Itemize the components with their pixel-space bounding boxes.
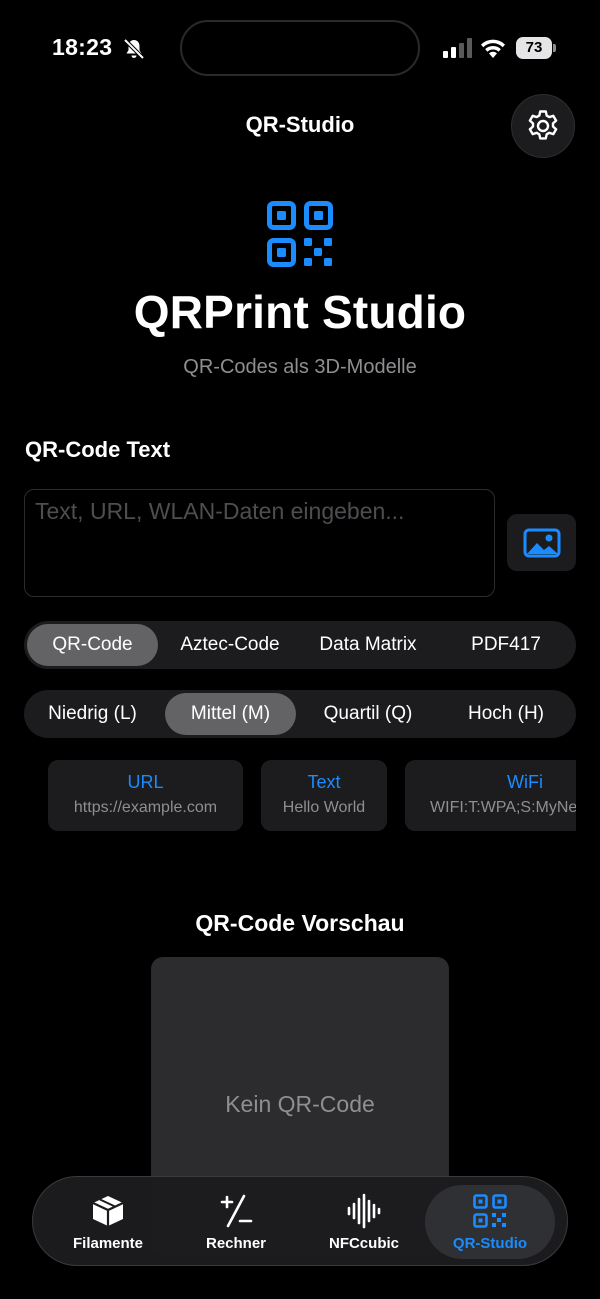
battery-level: 73 [516, 37, 552, 59]
template-title: URL [127, 772, 164, 792]
template-card-wifi[interactable]: WiFi WIFI:T:WPA;S:MyNetwork; [405, 760, 576, 831]
plus-minus-icon [220, 1194, 253, 1228]
segment-qr-code[interactable]: QR-Code [27, 624, 158, 666]
tab-bar: Filamente Rechner NFCcubic QR-Studio [32, 1176, 568, 1266]
cellular-signal-icon [443, 38, 472, 58]
qr-text-input[interactable] [24, 489, 495, 597]
template-example: Hello World [282, 799, 366, 816]
nav-title: QR-Studio [245, 112, 355, 137]
hero-title: QRPrint Studio [133, 286, 467, 338]
image-picker-button[interactable] [507, 514, 576, 571]
settings-button[interactable] [511, 94, 575, 158]
segment-pdf417[interactable]: PDF417 [438, 624, 574, 666]
qrcode-icon [473, 1194, 507, 1228]
template-title: Text [307, 772, 341, 792]
error-correction-selector: Niedrig (L) Mittel (M) Quartil (Q) Hoch … [24, 690, 576, 738]
photo-icon [523, 528, 560, 557]
template-card-url[interactable]: URL https://example.com [48, 760, 243, 831]
battery-indicator: 73 [516, 37, 556, 59]
input-label: QR-Code Text [25, 437, 171, 462]
segment-hoch[interactable]: Hoch (H) [438, 693, 574, 735]
gear-icon [528, 110, 558, 140]
template-card-text[interactable]: Text Hello World [261, 760, 387, 831]
waveform-icon [347, 1193, 381, 1229]
bell-slash-icon [123, 38, 145, 60]
tab-label: NFCcubic [328, 1235, 399, 1252]
tab-label: Filamente [72, 1235, 144, 1252]
qrcode-icon [267, 201, 333, 267]
segment-mittel[interactable]: Mittel (M) [165, 693, 296, 735]
tab-qr-studio[interactable]: QR-Studio [425, 1185, 555, 1259]
preview-empty-text: Kein QR-Code [225, 1091, 375, 1117]
template-title: WiFi [507, 772, 543, 792]
battery-tip [553, 44, 556, 52]
tab-rechner[interactable]: Rechner [171, 1185, 301, 1259]
segment-quartil[interactable]: Quartil (Q) [300, 693, 436, 735]
tab-nfccubic[interactable]: NFCcubic [299, 1185, 429, 1259]
segment-aztec-code[interactable]: Aztec-Code [162, 624, 298, 666]
template-example: WIFI:T:WPA;S:MyNetwork; [430, 799, 576, 816]
preview-title: QR-Code Vorschau [195, 910, 405, 936]
cube-icon [92, 1196, 124, 1226]
hero-subtitle: QR-Codes als 3D-Modelle [183, 356, 417, 378]
tab-filamente[interactable]: Filamente [43, 1185, 173, 1259]
tab-label: Rechner [205, 1235, 267, 1252]
dynamic-island [180, 20, 420, 76]
status-time: 18:23 [52, 34, 113, 60]
template-carousel[interactable]: URL https://example.com Text Hello World… [48, 760, 576, 832]
code-type-selector: QR-Code Aztec-Code Data Matrix PDF417 [24, 621, 576, 669]
segment-data-matrix[interactable]: Data Matrix [300, 624, 436, 666]
template-example: https://example.com [73, 799, 218, 816]
tab-label: QR-Studio [452, 1235, 528, 1252]
wifi-icon [481, 39, 505, 58]
segment-niedrig[interactable]: Niedrig (L) [27, 693, 158, 735]
